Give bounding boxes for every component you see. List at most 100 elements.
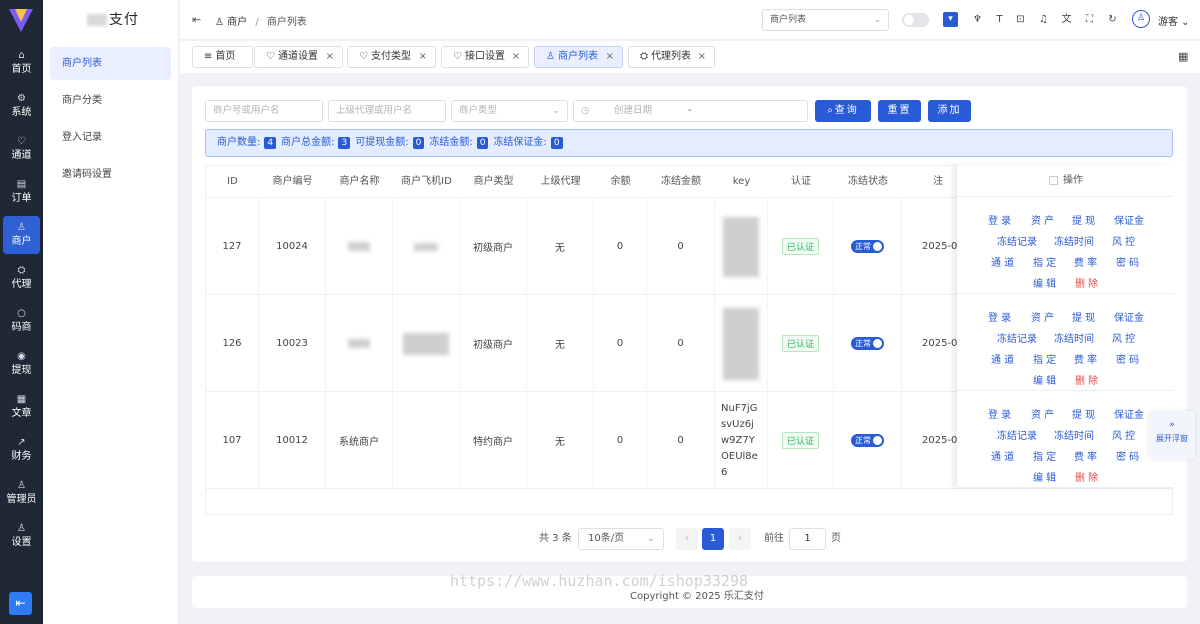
tab-0[interactable]: ≡ 首页 (192, 46, 253, 68)
clock-icon: ◷ (581, 105, 590, 116)
action-link[interactable]: 删 除 (1075, 469, 1098, 484)
subnav-item-2[interactable]: 登入记录 (50, 121, 171, 154)
rail-item-6[interactable]: ○ 码商 (3, 302, 40, 340)
close-icon[interactable]: × (419, 47, 427, 67)
expand-float-button[interactable]: » 展开浮窗 (1149, 411, 1195, 459)
header-search-select[interactable]: 商户列表 ⌄ (762, 9, 889, 31)
action-link[interactable]: 资 产 (1031, 406, 1054, 421)
subnav-item-1[interactable]: 商户分类 (50, 84, 171, 117)
close-icon[interactable]: × (606, 47, 614, 67)
agent-search-input[interactable]: 上级代理或用户名 (328, 100, 446, 122)
rail-item-7[interactable]: ◉ 提现 (3, 345, 40, 383)
lock-icon[interactable]: ⊡ (1013, 12, 1028, 27)
close-icon[interactable]: × (326, 47, 334, 67)
action-link[interactable]: 指 定 (1033, 448, 1056, 463)
color-picker-icon[interactable]: ▾ (943, 12, 958, 27)
translate-icon[interactable]: 文 (1059, 12, 1074, 27)
action-link[interactable]: 费 率 (1074, 351, 1097, 366)
refresh-icon[interactable]: ↻ (1105, 12, 1120, 27)
rail-item-10[interactable]: ♙ 管理员 (3, 474, 40, 512)
action-link[interactable]: 提 现 (1072, 406, 1095, 421)
action-link[interactable]: 通 道 (991, 448, 1014, 463)
tab-3[interactable]: ♡ 接口设置 × (441, 46, 529, 68)
tab-1[interactable]: ♡ 通道设置 × (254, 46, 343, 68)
action-link[interactable]: 通 道 (991, 254, 1014, 269)
close-icon[interactable]: × (698, 47, 706, 67)
freeze-status-switch[interactable]: 正常 (851, 337, 884, 350)
tab-5[interactable]: ⛭ 代理列表 × (628, 46, 715, 68)
action-link[interactable]: 通 道 (991, 351, 1014, 366)
merchant-search-input[interactable]: 商户号或用户名 (205, 100, 323, 122)
next-page-button[interactable]: › (729, 528, 751, 550)
rail-item-9[interactable]: ↗ 财务 (3, 431, 40, 469)
action-link[interactable]: 风 控 (1112, 233, 1135, 248)
freeze-status-switch[interactable]: 正常 (851, 434, 884, 447)
grid-icon[interactable]: ▦ (1178, 50, 1188, 63)
rail-item-8[interactable]: ▦ 文章 (3, 388, 40, 426)
action-link[interactable]: 冻结记录 (997, 427, 1037, 442)
action-link[interactable]: 提 现 (1072, 309, 1095, 324)
page-size-select[interactable]: 10条/页 ⌄ (578, 528, 664, 550)
action-link[interactable]: 编 辑 (1033, 372, 1056, 387)
action-link[interactable]: 指 定 (1033, 351, 1056, 366)
rail-item-0[interactable]: ⌂ 首页 (3, 44, 40, 82)
add-button[interactable]: 添加 (928, 100, 971, 122)
action-link[interactable]: 删 除 (1075, 275, 1098, 290)
tab-2[interactable]: ♡ 支付类型 × (347, 46, 436, 68)
action-link[interactable]: 保证金 (1114, 212, 1144, 227)
action-link[interactable]: 费 率 (1074, 254, 1097, 269)
theme-toggle[interactable] (902, 13, 929, 27)
bell-icon[interactable]: ♫ (1036, 12, 1051, 27)
action-link[interactable]: 编 辑 (1033, 469, 1056, 484)
select-all-checkbox[interactable] (1049, 176, 1058, 185)
action-link[interactable]: 资 产 (1031, 212, 1054, 227)
freeze-status-switch[interactable]: 正常 (851, 240, 884, 253)
action-link[interactable]: 风 控 (1112, 427, 1135, 442)
fullscreen-icon[interactable]: ⛶ (1082, 12, 1097, 27)
action-link[interactable]: 提 现 (1072, 212, 1095, 227)
user-menu[interactable]: 游客 ⌄ (1158, 13, 1190, 28)
rail-item-11[interactable]: ♙ 设置 (3, 517, 40, 555)
action-link[interactable]: 冻结时间 (1054, 427, 1094, 442)
reset-button[interactable]: 重置 (878, 100, 921, 122)
action-link[interactable]: 冻结记录 (997, 330, 1037, 345)
action-link[interactable]: 保证金 (1114, 406, 1144, 421)
tab-4[interactable]: ♙ 商户列表 × (534, 46, 623, 68)
breadcrumb-root[interactable]: 商户 (227, 17, 247, 28)
rail-item-4[interactable]: ♙ 商户 (3, 216, 40, 254)
rail-item-3[interactable]: ▤ 订单 (3, 173, 40, 211)
action-link[interactable]: 冻结记录 (997, 233, 1037, 248)
rail-item-5[interactable]: ⛭ 代理 (3, 259, 40, 297)
action-link[interactable]: 冻结时间 (1054, 330, 1094, 345)
avatar[interactable]: ♙ (1132, 10, 1150, 28)
shirt-icon[interactable]: ♆ (970, 12, 985, 27)
action-link[interactable]: 编 辑 (1033, 275, 1056, 290)
action-link[interactable]: 登 录 (988, 212, 1011, 227)
close-icon[interactable]: × (512, 47, 520, 67)
action-link[interactable]: 登 录 (988, 309, 1011, 324)
goto-page-input[interactable]: 1 (789, 528, 826, 550)
subnav-item-3[interactable]: 邀请码设置 (50, 158, 171, 191)
action-link[interactable]: 费 率 (1074, 448, 1097, 463)
font-size-icon[interactable]: T (992, 12, 1007, 27)
action-link[interactable]: 冻结时间 (1054, 233, 1094, 248)
collapse-sidebar-button[interactable]: ⇤ (9, 592, 32, 615)
action-link[interactable]: 密 码 (1116, 351, 1139, 366)
query-button[interactable]: ⌕查询 (815, 100, 871, 122)
date-range-picker[interactable]: ◷ 创建日期 - (573, 100, 808, 122)
action-link[interactable]: 密 码 (1116, 254, 1139, 269)
merchant-type-select[interactable]: 商户类型 ⌄ (451, 100, 568, 122)
subnav-item-0[interactable]: 商户列表 (50, 47, 171, 80)
action-link[interactable]: 密 码 (1116, 448, 1139, 463)
action-link[interactable]: 资 产 (1031, 309, 1054, 324)
action-link[interactable]: 风 控 (1112, 330, 1135, 345)
rail-item-1[interactable]: ⚙ 系统 (3, 87, 40, 125)
action-link[interactable]: 保证金 (1114, 309, 1144, 324)
action-link[interactable]: 指 定 (1033, 254, 1056, 269)
collapse-icon[interactable]: ⇤ (192, 13, 201, 26)
action-link[interactable]: 删 除 (1075, 372, 1098, 387)
action-link[interactable]: 登 录 (988, 406, 1011, 421)
rail-item-2[interactable]: ♡ 通道 (3, 130, 40, 168)
page-number-current[interactable]: 1 (702, 528, 724, 550)
prev-page-button[interactable]: ‹ (676, 528, 698, 550)
